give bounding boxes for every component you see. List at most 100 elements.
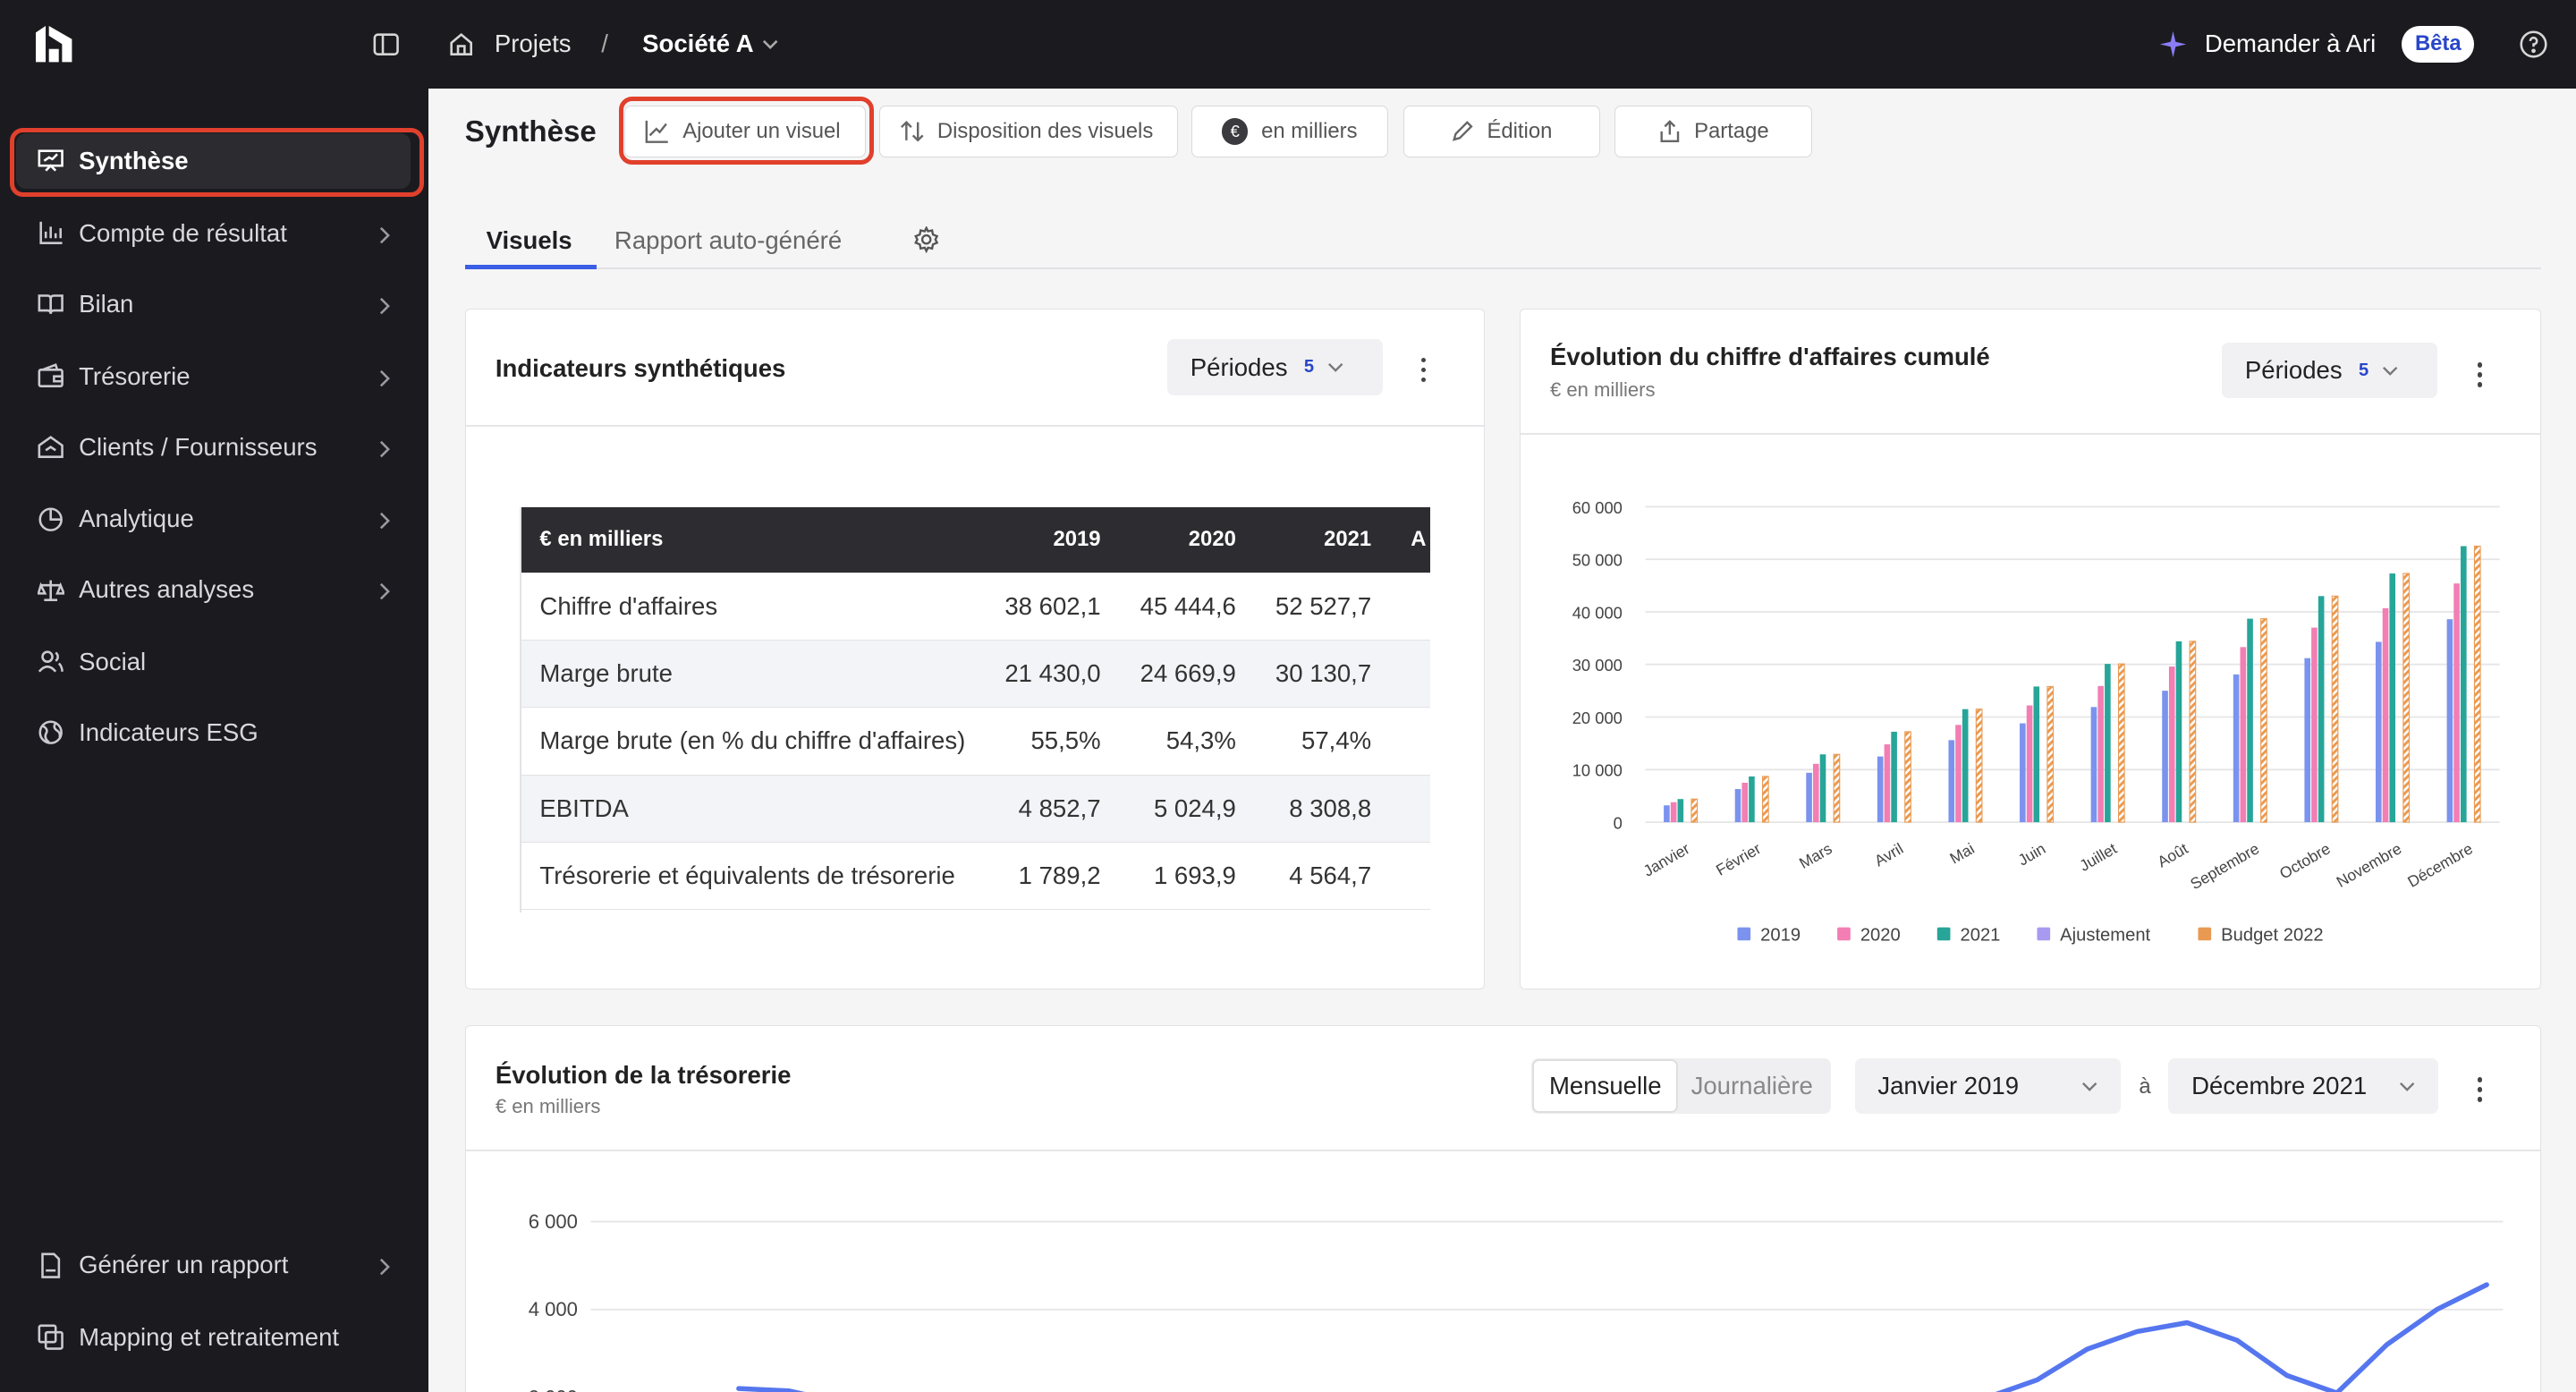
sidebar-item-generer-rapport[interactable]: Générer un rapport <box>16 1237 411 1293</box>
breadcrumb-company[interactable]: Société A <box>642 30 754 58</box>
pie-chart-icon <box>36 505 65 534</box>
table-cell: 4 564,7 <box>1255 841 1392 911</box>
table-cell: 38 602,1 <box>985 572 1121 641</box>
bar <box>1962 709 1969 823</box>
bar <box>2402 573 2410 823</box>
y-tick-label: 10 000 <box>1572 761 1623 780</box>
tab-visuels[interactable]: Visuels <box>487 226 572 255</box>
bar <box>1955 725 1962 823</box>
gear-icon[interactable] <box>913 226 939 253</box>
x-tick-label: Novembre <box>2334 840 2405 892</box>
table-row: EBITDA 4 852,7 5 024,9 8 308,8 <box>520 774 1430 843</box>
granularity-toggle: Mensuelle Journalière <box>1530 1057 1832 1115</box>
bar <box>1819 754 1826 823</box>
bar <box>2260 618 2267 823</box>
chevron-down-icon[interactable] <box>762 39 778 51</box>
x-tick-label: Décembre <box>2404 840 2476 892</box>
sort-arrows-icon <box>900 121 924 142</box>
x-tick-label: Septembre <box>2187 840 2262 894</box>
sidebar-item-tresorerie[interactable]: Trésorerie <box>16 348 411 403</box>
bar <box>1677 799 1684 823</box>
tab-rapport-auto-genere[interactable]: Rapport auto-généré <box>614 226 842 255</box>
y-tick-label: 0 <box>1614 814 1623 833</box>
legend-label: Budget 2022 <box>2221 926 2324 946</box>
mode-daily-button[interactable]: Journalière <box>1676 1061 1827 1110</box>
bar <box>2331 596 2339 823</box>
chevron-right-icon <box>379 508 391 537</box>
table-cell: 45 444,6 <box>1120 572 1256 641</box>
bar <box>2189 641 2197 823</box>
edit-label: Édition <box>1487 118 1553 143</box>
table-cell: Trésorerie et équivalents de trésorerie <box>520 841 986 911</box>
bar <box>2233 675 2240 823</box>
sidebar-item-clients-fournisseurs[interactable]: Clients / Fournisseurs <box>16 419 411 474</box>
start-month-dropdown[interactable]: Janvier 2019 <box>1854 1057 2122 1115</box>
mode-monthly-button[interactable]: Mensuelle <box>1534 1061 1677 1111</box>
bar <box>2318 596 2325 823</box>
ask-ari-button[interactable]: Demander à Ari <box>2205 30 2376 58</box>
x-tick-label: Juin <box>2015 840 2049 870</box>
y-tick-label: 50 000 <box>1572 551 1623 570</box>
sidebar-item-social[interactable]: Social <box>16 634 411 690</box>
sidebar-item-compte-de-resultat[interactable]: Compte de résultat <box>16 206 411 261</box>
scale-icon <box>36 575 65 605</box>
sidebar-toggle-icon[interactable] <box>371 30 401 59</box>
table-header-row: € en milliers 2019 2020 2021 A <box>520 506 1430 573</box>
legend-label: 2019 <box>1760 926 1801 946</box>
bar <box>2019 723 2026 823</box>
sidebar-item-bilan[interactable]: Bilan <box>16 276 411 332</box>
layout-label: Disposition des visuels <box>936 118 1154 143</box>
tab-active-indicator <box>464 264 597 270</box>
share-button[interactable]: Partage <box>1614 105 1812 158</box>
layout-button[interactable]: Disposition des visuels <box>878 105 1178 158</box>
pencil-icon <box>1452 121 1473 141</box>
bar <box>2162 691 2168 823</box>
table-cell: 5 024,9 <box>1120 774 1256 843</box>
table-cell: 1 693,9 <box>1120 841 1256 911</box>
legend-swatch <box>2198 927 2212 941</box>
table-row: Marge brute (en % du chiffre d'affaires)… <box>520 707 1430 776</box>
sidebar-item-label: Clients / Fournisseurs <box>79 432 318 461</box>
sidebar-item-analytique[interactable]: Analytique <box>16 491 411 547</box>
sidebar-item-label: Social <box>79 648 147 676</box>
bar <box>2033 686 2040 823</box>
legend-swatch <box>1737 927 1751 941</box>
y-tick-label: 6 000 <box>529 1210 578 1233</box>
sidebar-item-synthese[interactable]: Synthèse <box>16 132 411 190</box>
edit-button[interactable]: Édition <box>1402 105 1600 158</box>
breadcrumb-projects[interactable]: Projets <box>495 30 572 58</box>
bar <box>1884 744 1891 823</box>
help-icon[interactable] <box>2519 30 2548 59</box>
bar <box>1761 776 1769 823</box>
breadcrumb-separator: / <box>601 30 608 58</box>
table-header-cell: A <box>1391 506 1430 573</box>
bar <box>1690 798 1699 823</box>
file-icon <box>36 1251 65 1280</box>
app-logo[interactable] <box>36 26 72 63</box>
sidebar-item-autres-analyses[interactable]: Autres analyses <box>16 562 411 617</box>
bar <box>1812 764 1819 823</box>
share-icon <box>1660 120 1679 143</box>
sidebar-item-mapping[interactable]: Mapping et retraitement <box>16 1310 411 1365</box>
presentation-icon <box>36 146 65 175</box>
bar <box>2311 627 2318 823</box>
bar <box>1670 802 1677 823</box>
table-left-border <box>520 506 522 913</box>
bar <box>1877 756 1884 823</box>
range-separator: à <box>2139 1074 2151 1099</box>
bar <box>2375 641 2382 823</box>
table-cell: Marge brute (en % du chiffre d'affaires) <box>520 707 986 776</box>
bar <box>1749 777 1755 823</box>
treasury-line <box>735 1282 2489 1392</box>
table-header-cell: € en milliers <box>520 506 986 573</box>
table-cell: 55,5% <box>985 707 1121 776</box>
add-visual-button[interactable]: Ajouter un visuel <box>623 105 866 158</box>
more-options-icon[interactable] <box>2475 1077 2485 1102</box>
home-icon[interactable] <box>447 30 477 59</box>
end-month-dropdown[interactable]: Décembre 2021 <box>2168 1057 2438 1115</box>
bar <box>2046 686 2055 823</box>
bar <box>2117 663 2125 823</box>
sidebar-item-indicateurs-esg[interactable]: Indicateurs ESG <box>16 705 411 760</box>
table-cell <box>1391 774 1430 843</box>
units-button[interactable]: € en milliers <box>1191 105 1388 158</box>
